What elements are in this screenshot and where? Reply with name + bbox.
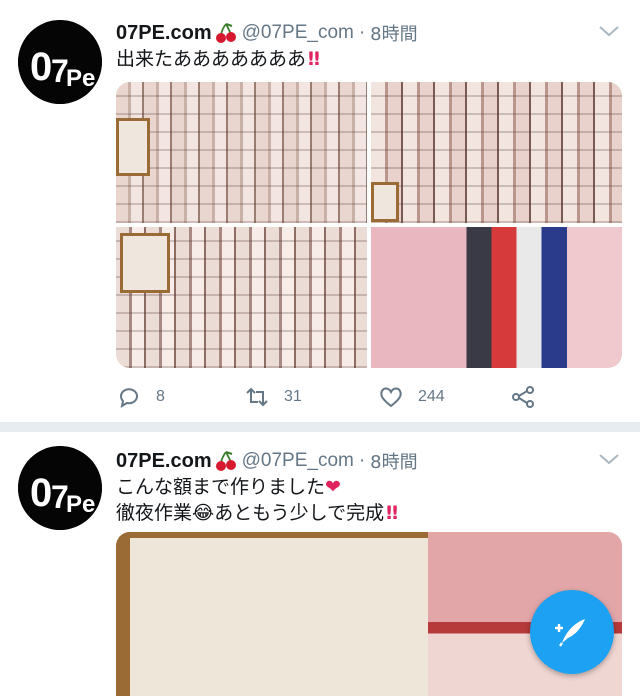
timestamp[interactable]: 8時間 (370, 20, 417, 46)
svg-text:0: 0 (30, 471, 52, 515)
cherry-icon (215, 451, 236, 471)
svg-text:Pe: Pe (66, 65, 95, 92)
tweet-text: 出来たあああああああ ‼ (116, 46, 320, 72)
display-name[interactable]: 07PE.com (116, 450, 212, 473)
exclamation-emoji: ‼ (386, 502, 399, 524)
laughing-emoji: 😂 (192, 502, 215, 524)
retweet-count: 31 (284, 388, 302, 405)
share-icon (512, 386, 534, 408)
cherry-icon (215, 23, 236, 43)
photo-4[interactable] (371, 227, 622, 368)
photo-1[interactable] (116, 82, 367, 223)
photo-board (116, 532, 428, 696)
07pe-logo-icon: 0 7 Pe (18, 20, 102, 104)
timestamp[interactable]: 8時間 (370, 448, 417, 474)
handle[interactable]: @07PE_com (242, 450, 354, 472)
like-icon (380, 387, 402, 408)
reply-count: 8 (156, 388, 165, 405)
photo-2[interactable] (371, 82, 622, 223)
tweet-1[interactable]: 0 7 Pe 07PE.com @07PE_com · 8時間 出来たあああああ… (0, 0, 640, 422)
compose-button[interactable] (530, 590, 614, 674)
reply-button[interactable]: 8 (116, 384, 165, 410)
chevron-down-icon[interactable] (598, 24, 620, 38)
tweet-header: 07PE.com @07PE_com · 8時間 (116, 446, 418, 476)
separator: · (358, 22, 366, 43)
compose-icon (555, 619, 585, 647)
tweet-header: 07PE.com @07PE_com · 8時間 (116, 18, 418, 48)
tweet-text-part: こんな額まで作りました (116, 476, 326, 498)
tweet-text-main: 出来たあああああああ (116, 48, 307, 70)
exclamation-emoji: ‼ (308, 48, 320, 70)
tweet-text-part: 徹夜作業 (116, 502, 193, 524)
photo-3[interactable] (116, 227, 367, 368)
tweet-text-line-2: 徹夜作業😂あともう少しで完成 ‼ (116, 500, 398, 526)
like-count: 244 (418, 388, 445, 405)
reply-icon (120, 388, 138, 409)
timeline-feed: 0 7 Pe 07PE.com @07PE_com · 8時間 出来たあああああ… (0, 0, 640, 696)
like-button[interactable]: 244 (378, 384, 445, 410)
avatar[interactable]: 0 7 Pe (18, 20, 102, 104)
tweet-actions: 8 31 244 (116, 384, 536, 410)
avatar[interactable]: 0 7 Pe (18, 446, 102, 530)
share-button[interactable] (510, 384, 550, 410)
retweet-icon (246, 387, 268, 407)
handle[interactable]: @07PE_com (242, 22, 354, 44)
separator: · (358, 450, 366, 471)
svg-text:0: 0 (30, 45, 52, 89)
chevron-down-icon[interactable] (598, 452, 620, 466)
tweet-text: こんな額まで作りました❤ 徹夜作業😂あともう少しで完成 ‼ (116, 474, 398, 526)
heart-emoji: ❤ (325, 476, 341, 498)
07pe-logo-icon: 0 7 Pe (18, 446, 102, 530)
retweet-button[interactable]: 31 (244, 384, 302, 410)
tweet-text-part: あともう少しで完成 (214, 502, 385, 524)
svg-text:Pe: Pe (66, 491, 95, 518)
tweet-text-line-1: こんな額まで作りました❤ (116, 474, 398, 500)
display-name[interactable]: 07PE.com (116, 22, 212, 45)
media-grid (116, 82, 622, 368)
